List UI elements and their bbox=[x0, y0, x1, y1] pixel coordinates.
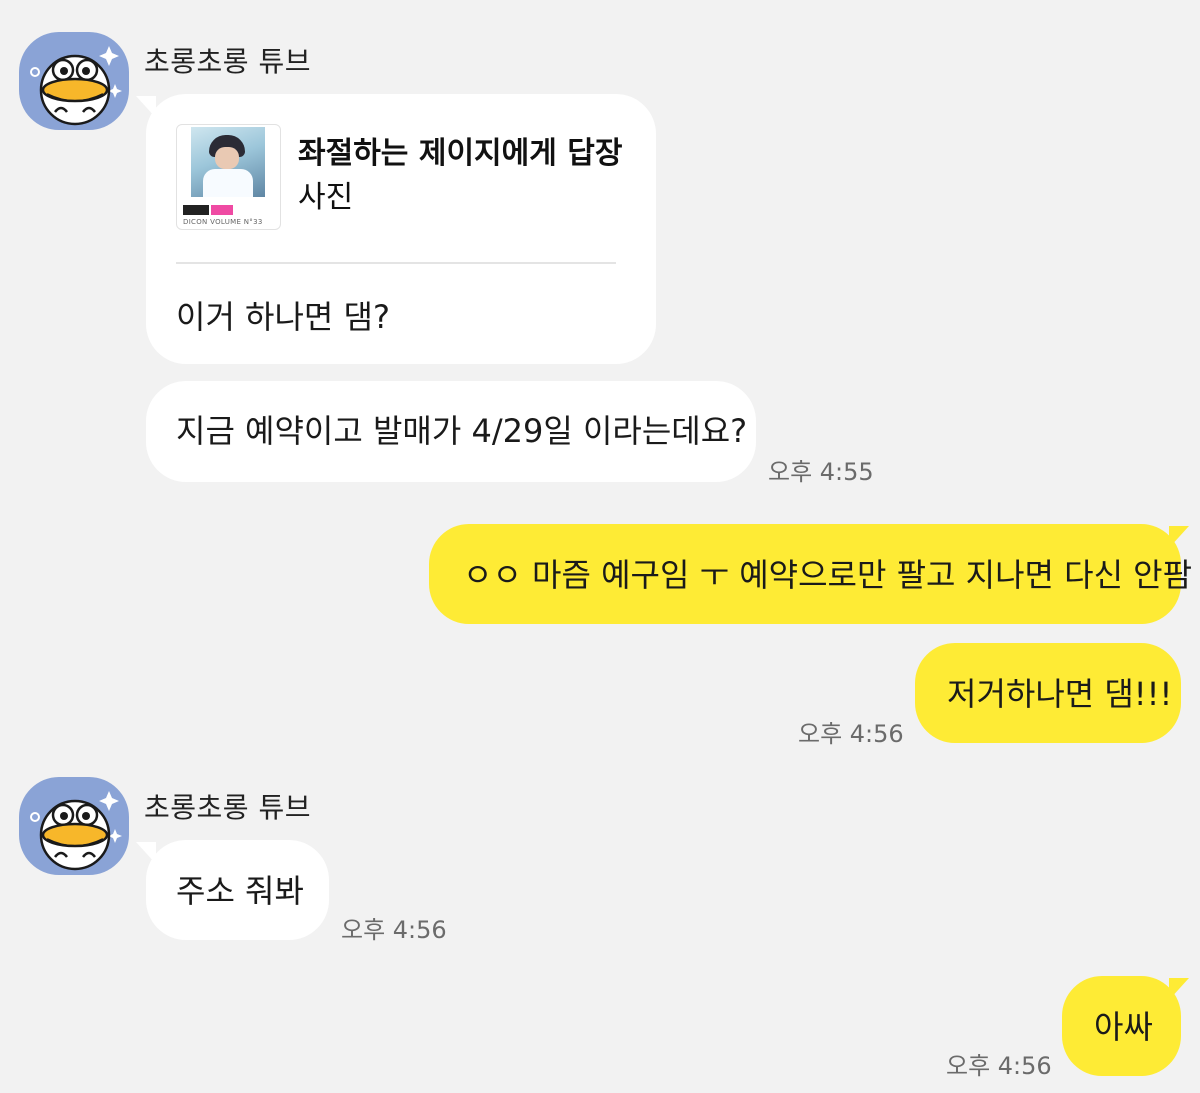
divider bbox=[176, 262, 616, 264]
message-bubble[interactable]: 지금 예약이고 발매가 4/29일 이라는데요? bbox=[146, 381, 756, 482]
message-bubble[interactable]: 아싸 bbox=[1062, 976, 1181, 1076]
message-text: 주소 줘봐 bbox=[176, 872, 304, 910]
thumbnail-photo bbox=[191, 127, 265, 197]
duck-tube-icon bbox=[30, 791, 122, 871]
link-title: 좌절하는 제이지에게 답장 bbox=[298, 136, 623, 171]
message-bubble[interactable]: 저거하나면 댐!!! bbox=[915, 643, 1181, 743]
link-thumbnail: DICON VOLUME N°33 bbox=[176, 124, 281, 230]
message-time: 오후 4:55 bbox=[768, 458, 874, 486]
message-time: 오후 4:56 bbox=[946, 1052, 1052, 1080]
sender-avatar[interactable] bbox=[19, 32, 129, 130]
message-text: 이거 하나면 댐? bbox=[176, 298, 390, 336]
duck-tube-icon bbox=[30, 46, 122, 126]
sender-name: 초롱초롱 튜브 bbox=[144, 45, 311, 78]
message-text: ㅇㅇ 마즘 예구임 ㅜ 예약으로만 팔고 지나면 다신 안팜 bbox=[463, 556, 1193, 594]
message-time: 오후 4:56 bbox=[341, 916, 447, 944]
link-preview-bubble[interactable]: DICON VOLUME N°33 좌절하는 제이지에게 답장 사진 이거 하나… bbox=[146, 94, 656, 364]
thumbnail-caption: DICON VOLUME N°33 bbox=[183, 218, 263, 226]
link-subtitle: 사진 bbox=[298, 180, 354, 215]
message-text: 지금 예약이고 발매가 4/29일 이라는데요? bbox=[176, 412, 748, 450]
sender-name: 초롱초롱 튜브 bbox=[144, 791, 311, 824]
message-bubble[interactable]: ㅇㅇ 마즘 예구임 ㅜ 예약으로만 팔고 지나면 다신 안팜 bbox=[429, 524, 1192, 624]
message-text: 저거하나면 댐!!! bbox=[947, 675, 1173, 713]
sender-avatar[interactable] bbox=[19, 777, 129, 875]
message-bubble[interactable]: 주소 줘봐 bbox=[146, 840, 329, 940]
message-time: 오후 4:56 bbox=[798, 720, 904, 748]
message-text: 아싸 bbox=[1094, 1008, 1153, 1046]
